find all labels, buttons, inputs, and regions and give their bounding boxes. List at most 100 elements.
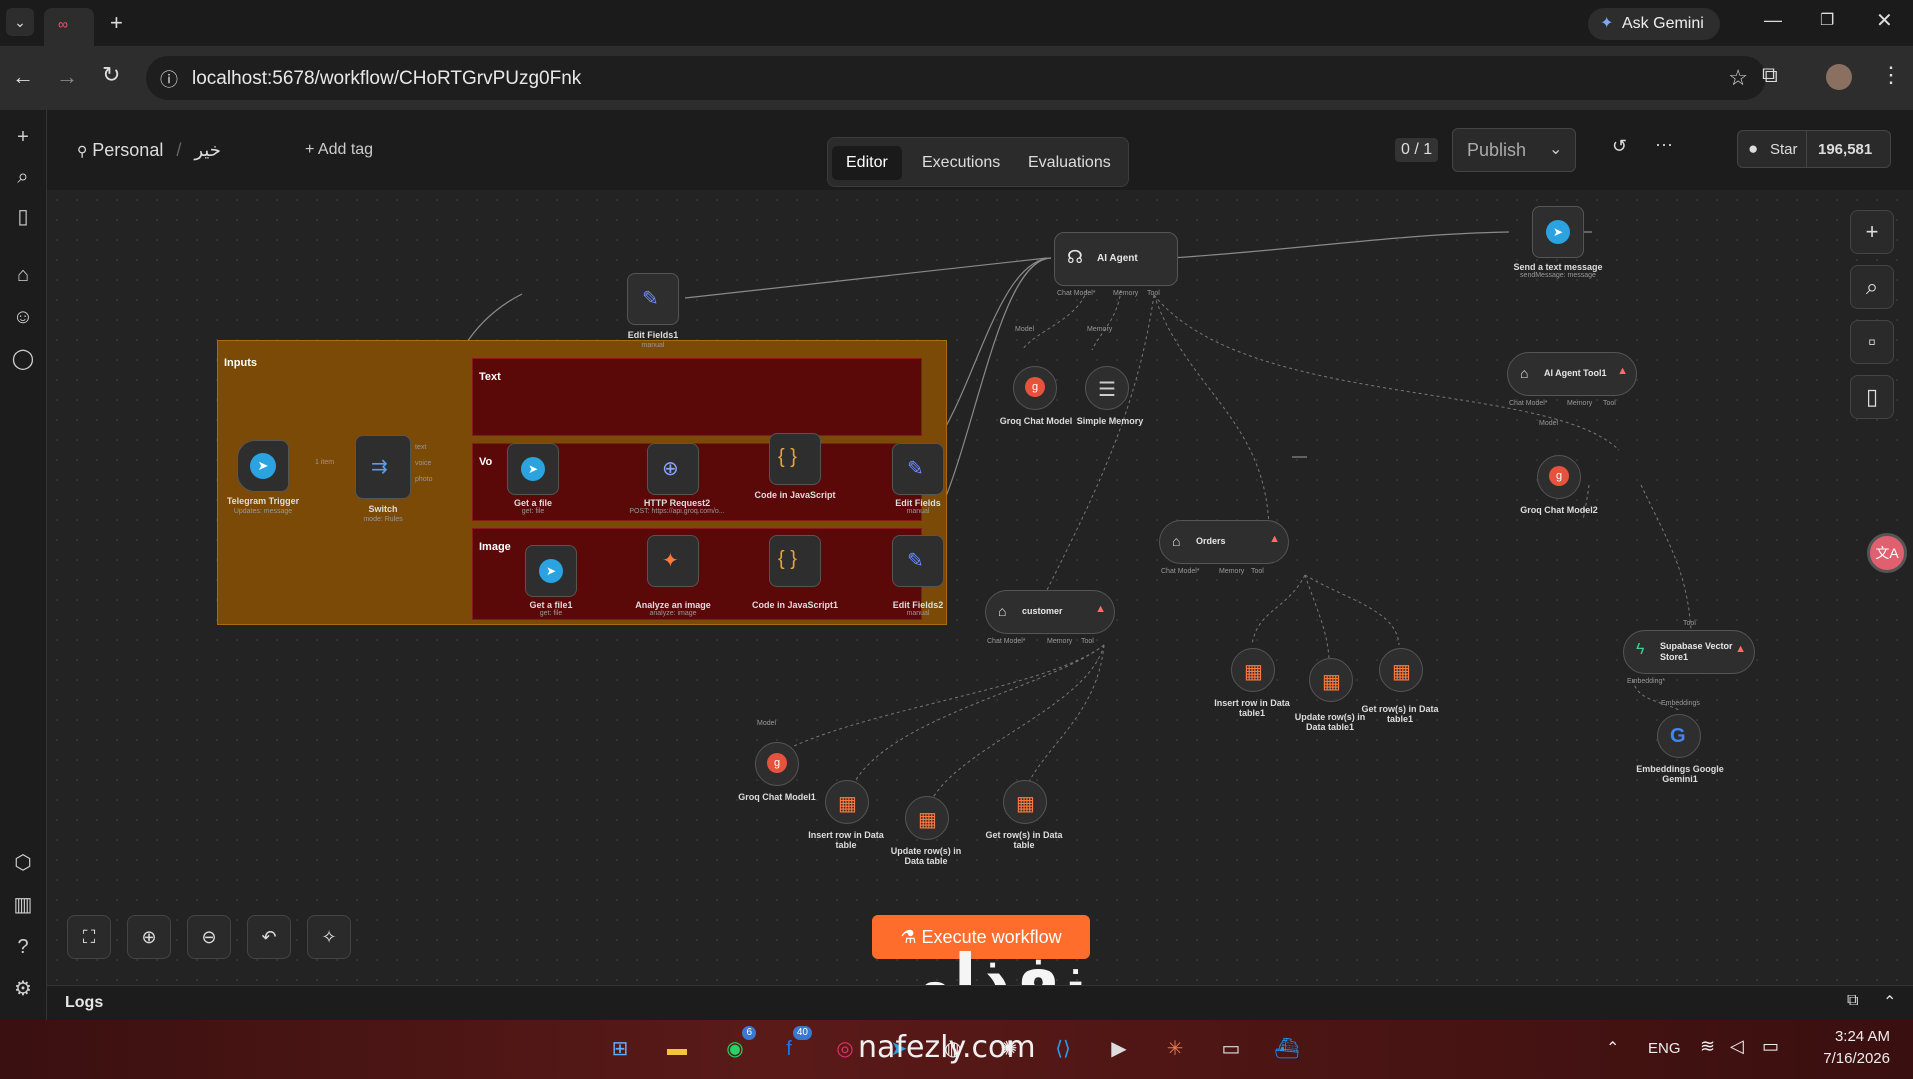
docker-icon[interactable]: ⛴	[1270, 1032, 1304, 1066]
windows-start-icon[interactable]: ⊞	[603, 1032, 637, 1066]
node-embeddings-google-gemini1[interactable]: G	[1657, 714, 1701, 758]
node-edit-fields[interactable]: ✎	[892, 443, 944, 495]
language-indicator[interactable]: ENG	[1648, 1040, 1681, 1057]
add-icon[interactable]: +	[8, 122, 38, 152]
node-update-rows-data-table[interactable]: ▦	[905, 796, 949, 840]
node-ai-agent-tool1[interactable]: ⌂ AI Agent Tool1 ▲	[1507, 352, 1637, 396]
node-edit-fields2[interactable]: ✎	[892, 535, 944, 587]
clock-time[interactable]: 3:24 AM	[1820, 1028, 1890, 1045]
node-get-rows-data-table[interactable]: ▦	[1003, 780, 1047, 824]
node-code-in-javascript[interactable]: { }	[769, 433, 821, 485]
new-tab-button[interactable]: +	[110, 10, 123, 36]
workflow-name[interactable]: خير	[194, 140, 221, 160]
node-http-request2[interactable]: ⊕	[647, 443, 699, 495]
insights-icon[interactable]: ▥	[8, 890, 38, 920]
node-supabase-vector-store1[interactable]: ϟ Supabase Vector Store1 ▲	[1623, 630, 1755, 674]
tidy-up-button[interactable]: ✧	[307, 915, 351, 959]
node-update-rows-data-table1[interactable]: ▦	[1309, 658, 1353, 702]
zoom-out-button[interactable]: ⊖	[187, 915, 231, 959]
zoom-in-button[interactable]: ⊕	[127, 915, 171, 959]
node-groq-chat-model[interactable]: g	[1013, 366, 1057, 410]
tab-evaluations[interactable]: Evaluations	[1014, 146, 1125, 180]
add-tag-button[interactable]: + Add tag	[305, 141, 373, 159]
terminal-icon[interactable]: ▭	[1214, 1032, 1248, 1066]
file-explorer-icon[interactable]: ▬	[660, 1032, 694, 1066]
tab-executions[interactable]: Executions	[908, 146, 1014, 180]
history-icon[interactable]: ↺	[1612, 136, 1627, 157]
reload-icon[interactable]: ↻	[102, 62, 120, 88]
table-icon: ▦	[1016, 793, 1035, 815]
chevron-up-icon[interactable]: ⌃	[1883, 992, 1896, 1012]
restore-button[interactable]: ❐	[1820, 10, 1834, 30]
ask-gemini-button[interactable]: ✦ Ask Gemini	[1588, 8, 1720, 40]
facebook-icon[interactable]: f 40	[772, 1026, 812, 1066]
add-node-button[interactable]: +	[1850, 210, 1894, 254]
extensions-icon[interactable]: ⧉	[1762, 62, 1778, 88]
node-code-in-javascript1[interactable]: { }	[769, 535, 821, 587]
close-window-button[interactable]: ✕	[1876, 8, 1893, 33]
collapse-sidebar-icon[interactable]: ▯	[8, 202, 38, 232]
wifi-icon[interactable]: ≋	[1700, 1036, 1715, 1057]
sticky-note-button[interactable]: ▫	[1850, 320, 1894, 364]
bookmark-star-icon[interactable]: ☆	[1728, 65, 1748, 91]
help-icon[interactable]: ?	[8, 932, 38, 962]
browser-tab-active[interactable]: ∞	[44, 8, 94, 46]
project-breadcrumb[interactable]: ⚲ Personal / خير	[77, 140, 221, 161]
profile-avatar[interactable]	[1826, 64, 1852, 90]
github-star-button[interactable]: ● Star 196,581	[1737, 130, 1891, 168]
user-icon[interactable]: ☺	[8, 302, 38, 332]
node-insert-row-data-table1[interactable]: ▦	[1231, 648, 1275, 692]
volume-icon[interactable]: ◁	[1730, 1036, 1744, 1057]
open-in-new-icon[interactable]: ⧉	[1847, 992, 1858, 1010]
tab-editor[interactable]: Editor	[832, 146, 902, 180]
instagram-icon[interactable]: ◎	[828, 1032, 862, 1066]
undo-button[interactable]: ↶	[247, 915, 291, 959]
site-info-icon[interactable]: ⓘ	[160, 66, 178, 92]
whatsapp-icon[interactable]: ◉ 6	[718, 1026, 756, 1066]
search-icon[interactable]: ⌕	[8, 162, 38, 192]
node-orders[interactable]: ⌂ Orders ▲	[1159, 520, 1289, 564]
tray-chevron-icon[interactable]: ⌃	[1606, 1038, 1619, 1058]
workflow-canvas[interactable]: Inputs Text Vo Image ➤ Telegram Trigger …	[47, 190, 1913, 1017]
translate-extension-icon[interactable]: 文A	[1867, 533, 1907, 573]
node-get-rows-data-table1[interactable]: ▦	[1379, 648, 1423, 692]
more-options-icon[interactable]: ···	[1655, 134, 1673, 155]
fit-view-button[interactable]: ⛶	[67, 915, 111, 959]
logs-panel[interactable]: Logs ⧉ ⌃	[47, 985, 1913, 1020]
chat-icon[interactable]: ◯	[8, 344, 38, 374]
node-telegram-trigger[interactable]: ➤	[237, 440, 289, 492]
node-groq-chat-model2[interactable]: g	[1537, 455, 1581, 499]
n8n-favicon-icon: ∞	[58, 16, 68, 32]
node-simple-memory[interactable]: ☰	[1085, 366, 1129, 410]
tab-list-button[interactable]: ⌄	[6, 8, 34, 36]
toggle-panel-button[interactable]: ▯	[1850, 375, 1894, 419]
battery-icon[interactable]: ▭	[1762, 1036, 1779, 1057]
forward-icon[interactable]: →	[56, 64, 78, 90]
media-player-icon[interactable]: ▶	[1102, 1032, 1136, 1066]
address-bar[interactable]: ⓘ localhost:5678/workflow/CHoRTGrvPUzg0F…	[146, 56, 1766, 100]
node-customer[interactable]: ⌂ customer ▲	[985, 590, 1115, 634]
node-analyze-image[interactable]: ✦	[647, 535, 699, 587]
node-ai-agent[interactable]: ☊ AI Agent	[1054, 232, 1178, 286]
browser-menu-icon[interactable]: ⋮	[1880, 62, 1902, 88]
home-icon[interactable]: ⌂	[8, 260, 38, 290]
sticky-text[interactable]: Text	[472, 358, 922, 436]
clock-date[interactable]: 7/16/2026	[1806, 1050, 1890, 1067]
node-switch[interactable]: ⇉	[355, 435, 411, 499]
node-insert-row-data-table[interactable]: ▦	[825, 780, 869, 824]
node-groq-chat-model1[interactable]: g	[755, 742, 799, 786]
chevron-down-icon[interactable]: ⌄	[1549, 139, 1562, 159]
claude-icon[interactable]: ✳	[1158, 1032, 1192, 1066]
minimize-button[interactable]: —	[1764, 10, 1782, 31]
back-icon[interactable]: ←	[12, 64, 34, 90]
node-edit-fields1[interactable]: ✎	[627, 273, 679, 325]
node-send-text-message[interactable]: ➤	[1532, 206, 1584, 258]
publish-button[interactable]: Publish ⌄	[1452, 128, 1576, 172]
templates-icon[interactable]: ⬡	[8, 848, 38, 878]
canvas-search-button[interactable]: ⌕	[1850, 265, 1894, 309]
browser-toolbar: ← → ↻ ⓘ localhost:5678/workflow/CHoRTGrv…	[0, 46, 1913, 110]
settings-icon[interactable]: ⚙	[8, 974, 38, 1004]
node-get-a-file1[interactable]: ➤	[525, 545, 577, 597]
vscode-icon[interactable]: ⟨⟩	[1046, 1032, 1080, 1066]
node-get-a-file[interactable]: ➤	[507, 443, 559, 495]
